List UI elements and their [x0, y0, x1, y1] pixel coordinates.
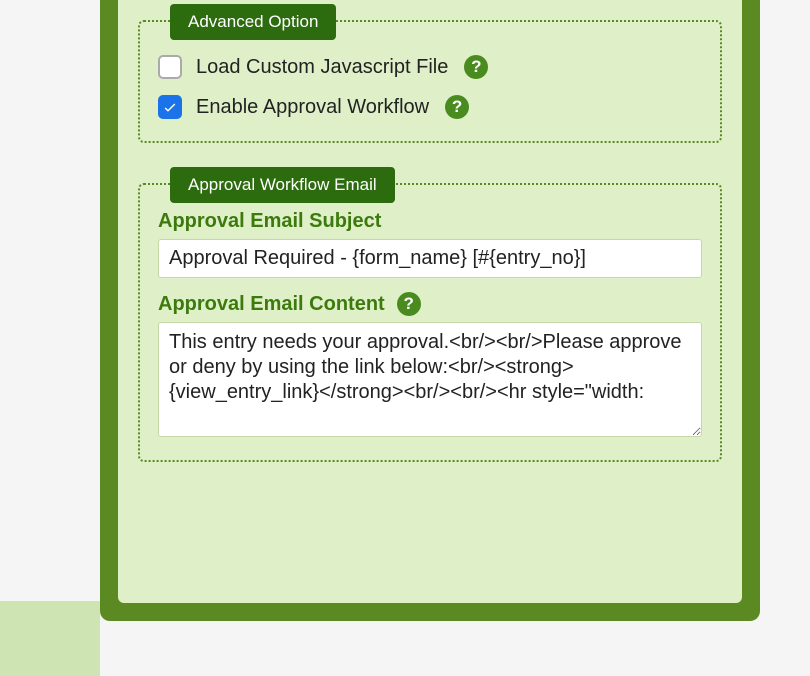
subject-label: Approval Email Subject [158, 210, 702, 233]
load-js-row: Load Custom Javascript File ? [158, 55, 702, 79]
advanced-option-legend: Advanced Option [170, 4, 336, 40]
approval-email-legend: Approval Workflow Email [170, 167, 395, 203]
enable-approval-row: Enable Approval Workflow ? [158, 95, 702, 119]
help-icon[interactable]: ? [464, 55, 488, 79]
inner-panel: Advanced Option Load Custom Javascript F… [118, 0, 742, 603]
sidebar-stub [0, 601, 100, 676]
checkmark-icon [162, 99, 178, 115]
content-textarea[interactable] [158, 322, 702, 437]
subject-label-text: Approval Email Subject [158, 210, 381, 233]
load-js-label: Load Custom Javascript File [196, 56, 448, 79]
content-label-text: Approval Email Content [158, 293, 385, 316]
subject-input[interactable] [158, 239, 702, 278]
enable-approval-label: Enable Approval Workflow [196, 96, 429, 119]
enable-approval-checkbox[interactable] [158, 95, 182, 119]
load-js-checkbox[interactable] [158, 55, 182, 79]
approval-email-fieldset: Approval Workflow Email Approval Email S… [138, 183, 722, 462]
outer-panel: Advanced Option Load Custom Javascript F… [100, 0, 760, 621]
help-icon[interactable]: ? [445, 95, 469, 119]
advanced-option-fieldset: Advanced Option Load Custom Javascript F… [138, 20, 722, 143]
help-icon[interactable]: ? [397, 292, 421, 316]
content-label: Approval Email Content ? [158, 292, 702, 316]
